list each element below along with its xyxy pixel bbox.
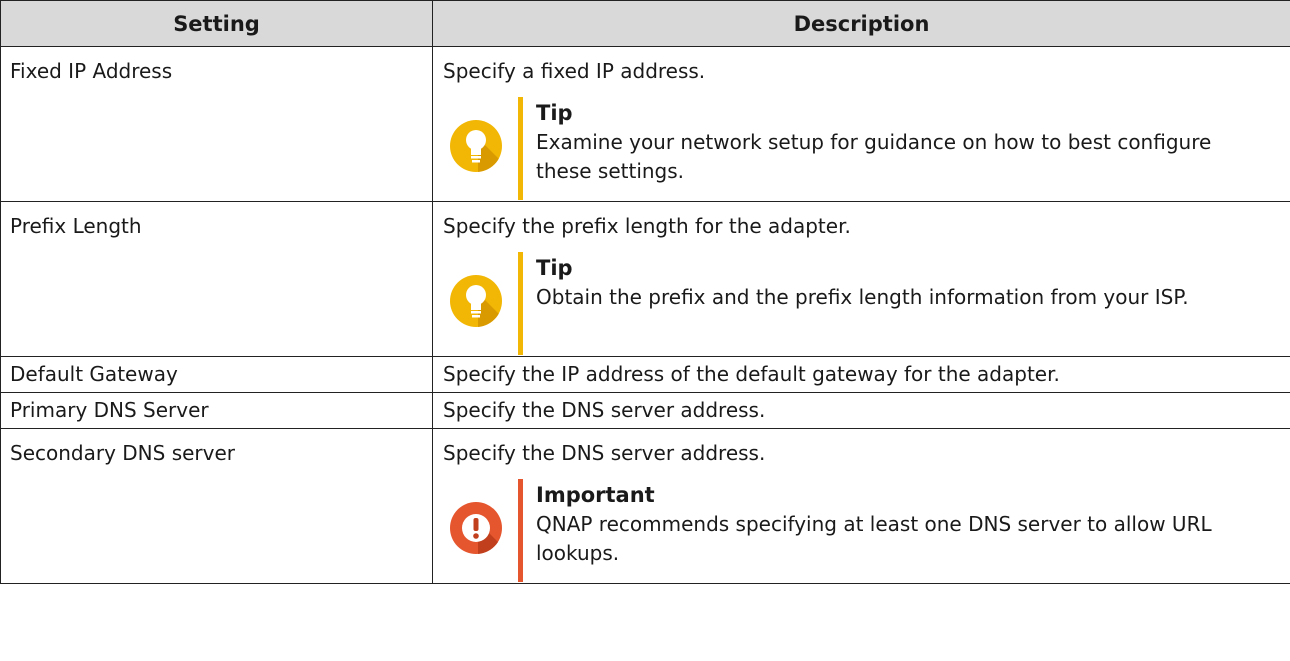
description-text: Specify the IP address of the default ga… — [443, 362, 1060, 386]
table-row: Default Gateway Specify the IP address o… — [0, 356, 1290, 393]
settings-table: Setting Description Fixed IP Address Spe… — [0, 0, 1290, 584]
table-row: Prefix Length Specify the prefix length … — [0, 201, 1290, 357]
table-row: Fixed IP Address Specify a fixed IP addr… — [0, 46, 1290, 202]
description-cell: Specify the DNS server address. Importan… — [432, 428, 1290, 584]
tip-body: Tip Examine your network setup for guida… — [536, 99, 1256, 186]
lightbulb-icon — [450, 120, 502, 172]
description-cell: Specify the DNS server address. — [432, 392, 1290, 429]
table-row: Secondary DNS server Specify the DNS ser… — [0, 428, 1290, 584]
setting-cell: Default Gateway — [0, 356, 433, 393]
tip-title: Tip — [536, 101, 573, 125]
description-text: Specify a fixed IP address. — [443, 59, 706, 83]
tip-body: Tip Obtain the prefix and the prefix len… — [536, 254, 1256, 312]
header-setting: Setting — [0, 0, 433, 47]
description-text: Specify the DNS server address. — [443, 398, 766, 422]
setting-cell: Primary DNS Server — [0, 392, 433, 429]
exclamation-icon — [450, 502, 502, 554]
lightbulb-icon — [450, 275, 502, 327]
description-cell: Specify the IP address of the default ga… — [432, 356, 1290, 393]
header-description: Description — [432, 0, 1290, 47]
table-header-row: Setting Description — [0, 0, 1290, 47]
tip-accent-bar — [518, 97, 523, 200]
tip-text: Examine your network setup for guidance … — [536, 130, 1212, 183]
table-row: Primary DNS Server Specify the DNS serve… — [0, 392, 1290, 429]
description-text: Specify the DNS server address. — [443, 441, 766, 465]
tip-text: Obtain the prefix and the prefix length … — [536, 285, 1189, 309]
tip-accent-bar — [518, 252, 523, 355]
tip-note: Tip Examine your network setup for guida… — [443, 97, 1290, 201]
important-accent-bar — [518, 479, 523, 582]
description-text: Specify the prefix length for the adapte… — [443, 214, 851, 238]
tip-note: Tip Obtain the prefix and the prefix len… — [443, 252, 1290, 356]
description-cell: Specify a fixed IP address. Tip Examine … — [432, 46, 1290, 202]
important-note: Important QNAP recommends specifying at … — [443, 479, 1290, 583]
setting-cell: Secondary DNS server — [0, 428, 433, 584]
important-text: QNAP recommends specifying at least one … — [536, 512, 1212, 565]
setting-cell: Prefix Length — [0, 201, 433, 357]
important-body: Important QNAP recommends specifying at … — [536, 481, 1256, 568]
tip-title: Tip — [536, 256, 573, 280]
important-title: Important — [536, 483, 655, 507]
description-cell: Specify the prefix length for the adapte… — [432, 201, 1290, 357]
setting-cell: Fixed IP Address — [0, 46, 433, 202]
